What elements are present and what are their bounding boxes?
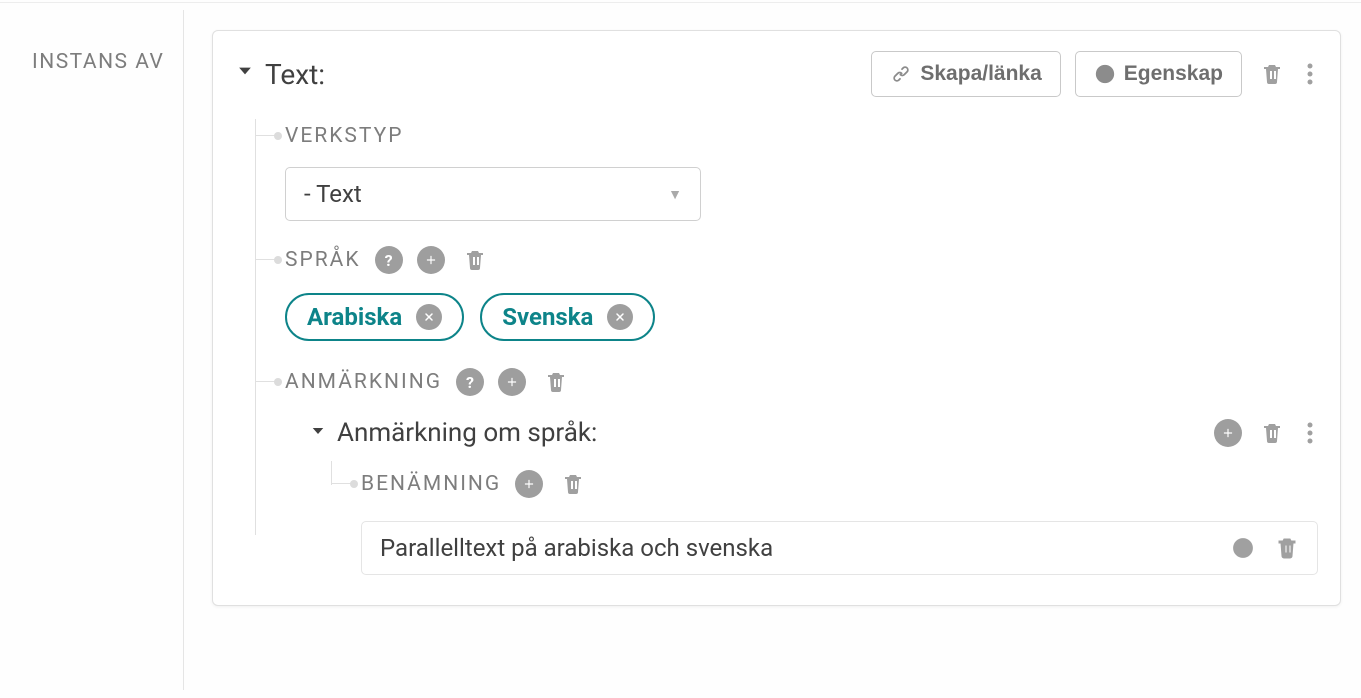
note-label: ANMÄRKNING [285,370,442,394]
section-label: INSTANS AV [0,10,184,690]
note-help-icon[interactable]: ? [456,368,484,396]
note-add-icon[interactable] [498,368,526,396]
create-link-label: Skapa/länka [920,62,1041,86]
property-label: Egenskap [1124,62,1223,86]
pill-remove-arabiska[interactable] [416,304,442,330]
name-delete-icon[interactable] [557,468,589,500]
workstype-selected-value: - Text [304,180,362,208]
pill-label: Arabiska [307,303,402,331]
top-divider [0,2,1361,3]
property-button[interactable]: Egenskap [1075,51,1242,97]
subcard-add-icon[interactable] [1214,419,1242,447]
language-help-icon[interactable]: ? [375,246,403,274]
name-label: BENÄMNING [361,472,501,496]
pill-label: Svenska [502,303,593,331]
create-link-button[interactable]: Skapa/länka [871,51,1060,97]
collapse-toggle[interactable] [235,61,255,87]
note-row: ANMÄRKNING ? [255,365,1318,575]
language-label: SPRÅK [285,248,361,272]
note-delete-icon[interactable] [540,366,572,398]
workstype-row: VERKSTYP - Text ▼ [255,119,1318,221]
pill-remove-svenska[interactable] [607,304,633,330]
workstype-label: VERKSTYP [285,124,403,148]
name-add-icon[interactable] [515,470,543,498]
language-add-icon[interactable] [417,246,445,274]
input-delete-icon[interactable] [1271,532,1303,564]
instance-card: Text: Skapa/länka Egenskap [212,30,1341,606]
subcard-more-menu[interactable] [1302,417,1318,449]
language-pill-svenska[interactable]: Svenska [480,293,655,341]
more-menu-card[interactable] [1302,58,1318,90]
name-input-row [361,521,1318,575]
language-pill-arabiska[interactable]: Arabiska [285,293,464,341]
workstype-select[interactable]: - Text ▼ [285,167,701,221]
name-row: BENÄMNING [331,467,1318,575]
subcard-title: Anmärkning om språk: [337,418,597,448]
name-input[interactable] [380,534,1227,562]
subcard-collapse-toggle[interactable] [309,421,327,446]
language-row: SPRÅK ? Arabiska [255,243,1318,341]
delete-card-button[interactable] [1256,58,1288,90]
select-caret-icon: ▼ [668,186,682,203]
language-delete-icon[interactable] [459,244,491,276]
globe-icon[interactable] [1227,532,1259,564]
card-title: Text: [265,58,325,91]
subcard-delete-icon[interactable] [1256,417,1288,449]
